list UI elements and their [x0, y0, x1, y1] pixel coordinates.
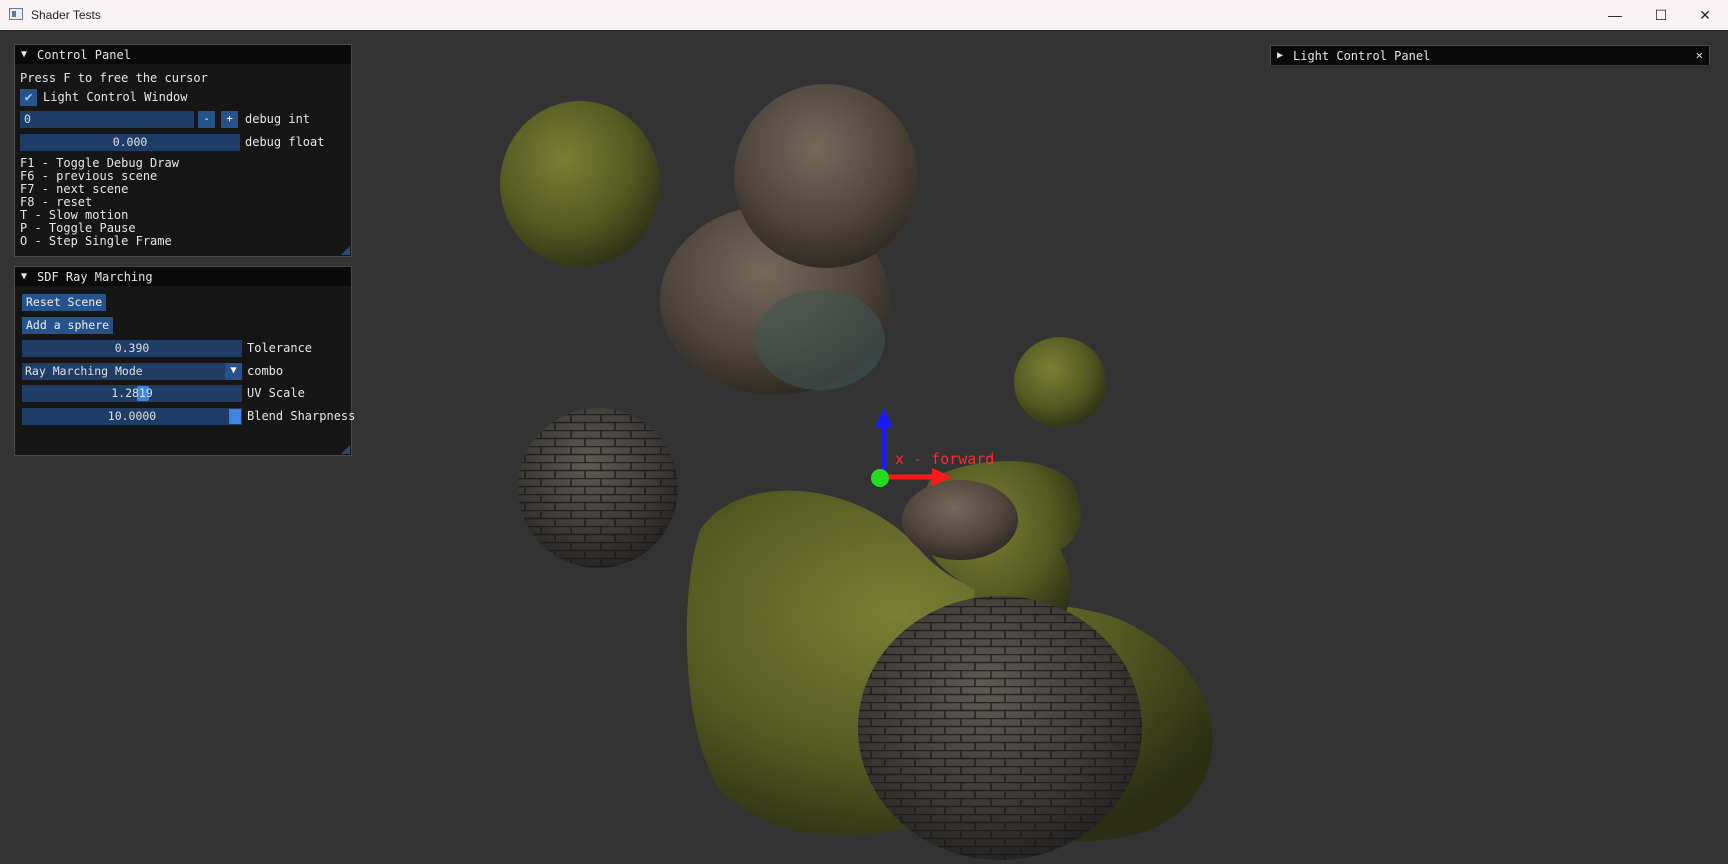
light-panel-header[interactable]: ▶ Light Control Panel — [1271, 46, 1709, 65]
light-window-label: Light Control Window — [43, 90, 188, 104]
add-sphere-button[interactable]: Add a sphere — [22, 317, 114, 334]
maximize-button[interactable]: ☐ — [1638, 0, 1684, 30]
moss-sphere-small — [1014, 337, 1106, 427]
blend-sharpness-slider[interactable]: 10.0000 — [22, 408, 242, 425]
sdf-panel-header[interactable]: ▼ SDF Ray Marching — [15, 267, 351, 286]
blend-sharpness-value: 10.0000 — [107, 409, 157, 423]
control-panel-title: Control Panel — [37, 47, 131, 62]
collapse-arrow-icon[interactable]: ▼ — [21, 271, 37, 282]
debug-float-slider[interactable]: 0.000 — [20, 134, 240, 151]
debug-float-label: debug float — [245, 135, 325, 149]
light-control-panel: ▶ Light Control Panel ✕ — [1270, 45, 1710, 65]
gizmo-z-arrow — [875, 408, 893, 428]
tolerance-slider[interactable]: 0.390 — [22, 340, 242, 357]
uv-scale-slider[interactable]: 1.2819 — [22, 385, 242, 402]
minimize-button[interactable]: — — [1592, 0, 1638, 30]
app-icon — [9, 8, 23, 20]
light-window-checkbox[interactable]: ✔ — [20, 89, 37, 106]
collapse-arrow-icon[interactable]: ▼ — [21, 49, 37, 60]
rock-small — [902, 480, 1018, 560]
window-title: Shader Tests — [31, 8, 101, 22]
light-panel-close-icon[interactable]: ✕ — [1696, 48, 1703, 62]
chevron-down-icon[interactable]: ▼ — [225, 363, 242, 380]
sdf-panel-title: SDF Ray Marching — [37, 269, 153, 284]
control-panel: ▼ Control Panel Press F to free the curs… — [14, 44, 352, 257]
moss-sphere — [500, 101, 660, 267]
control-panel-header[interactable]: ▼ Control Panel — [15, 45, 351, 64]
uv-scale-label: UV Scale — [247, 386, 305, 400]
light-panel-title: Light Control Panel — [1293, 48, 1431, 63]
rock-blob-teal — [755, 290, 885, 390]
rock-sphere — [734, 84, 918, 268]
resize-grip[interactable] — [341, 445, 350, 454]
window-titlebar: Shader Tests — ☐ ✕ — [0, 0, 1728, 30]
reset-scene-button[interactable]: Reset Scene — [22, 294, 107, 311]
cursor-hint: Press F to free the cursor — [20, 71, 208, 85]
debug-int-label: debug int — [245, 112, 311, 126]
mode-combo[interactable]: Ray Marching Mode — [22, 363, 225, 380]
debug-int-minus-button[interactable]: - — [198, 111, 215, 128]
sdf-panel: ▼ SDF Ray Marching Reset Scene Add a sph… — [14, 266, 356, 456]
combo-label: combo — [247, 364, 284, 378]
tolerance-label: Tolerance — [247, 341, 313, 355]
brick-sphere-bottom-pattern — [858, 596, 1142, 860]
uv-scale-value: 1.2819 — [111, 386, 153, 400]
brick-sphere-left-pattern — [518, 408, 678, 568]
gizmo-label: x - forward — [895, 450, 994, 468]
shortcut-item: O - Step Single Frame — [20, 234, 172, 248]
debug-int-input[interactable]: 0 — [20, 111, 194, 128]
debug-int-plus-button[interactable]: + — [221, 111, 238, 128]
blend-sharpness-label: Blend Sharpness — [247, 409, 356, 423]
gizmo-origin — [871, 469, 889, 487]
shortcut-list: F1 - Toggle Debug Draw F6 - previous sce… — [20, 157, 179, 248]
resize-grip[interactable] — [341, 246, 350, 255]
close-button[interactable]: ✕ — [1682, 0, 1728, 30]
expand-arrow-icon[interactable]: ▶ — [1277, 50, 1293, 61]
